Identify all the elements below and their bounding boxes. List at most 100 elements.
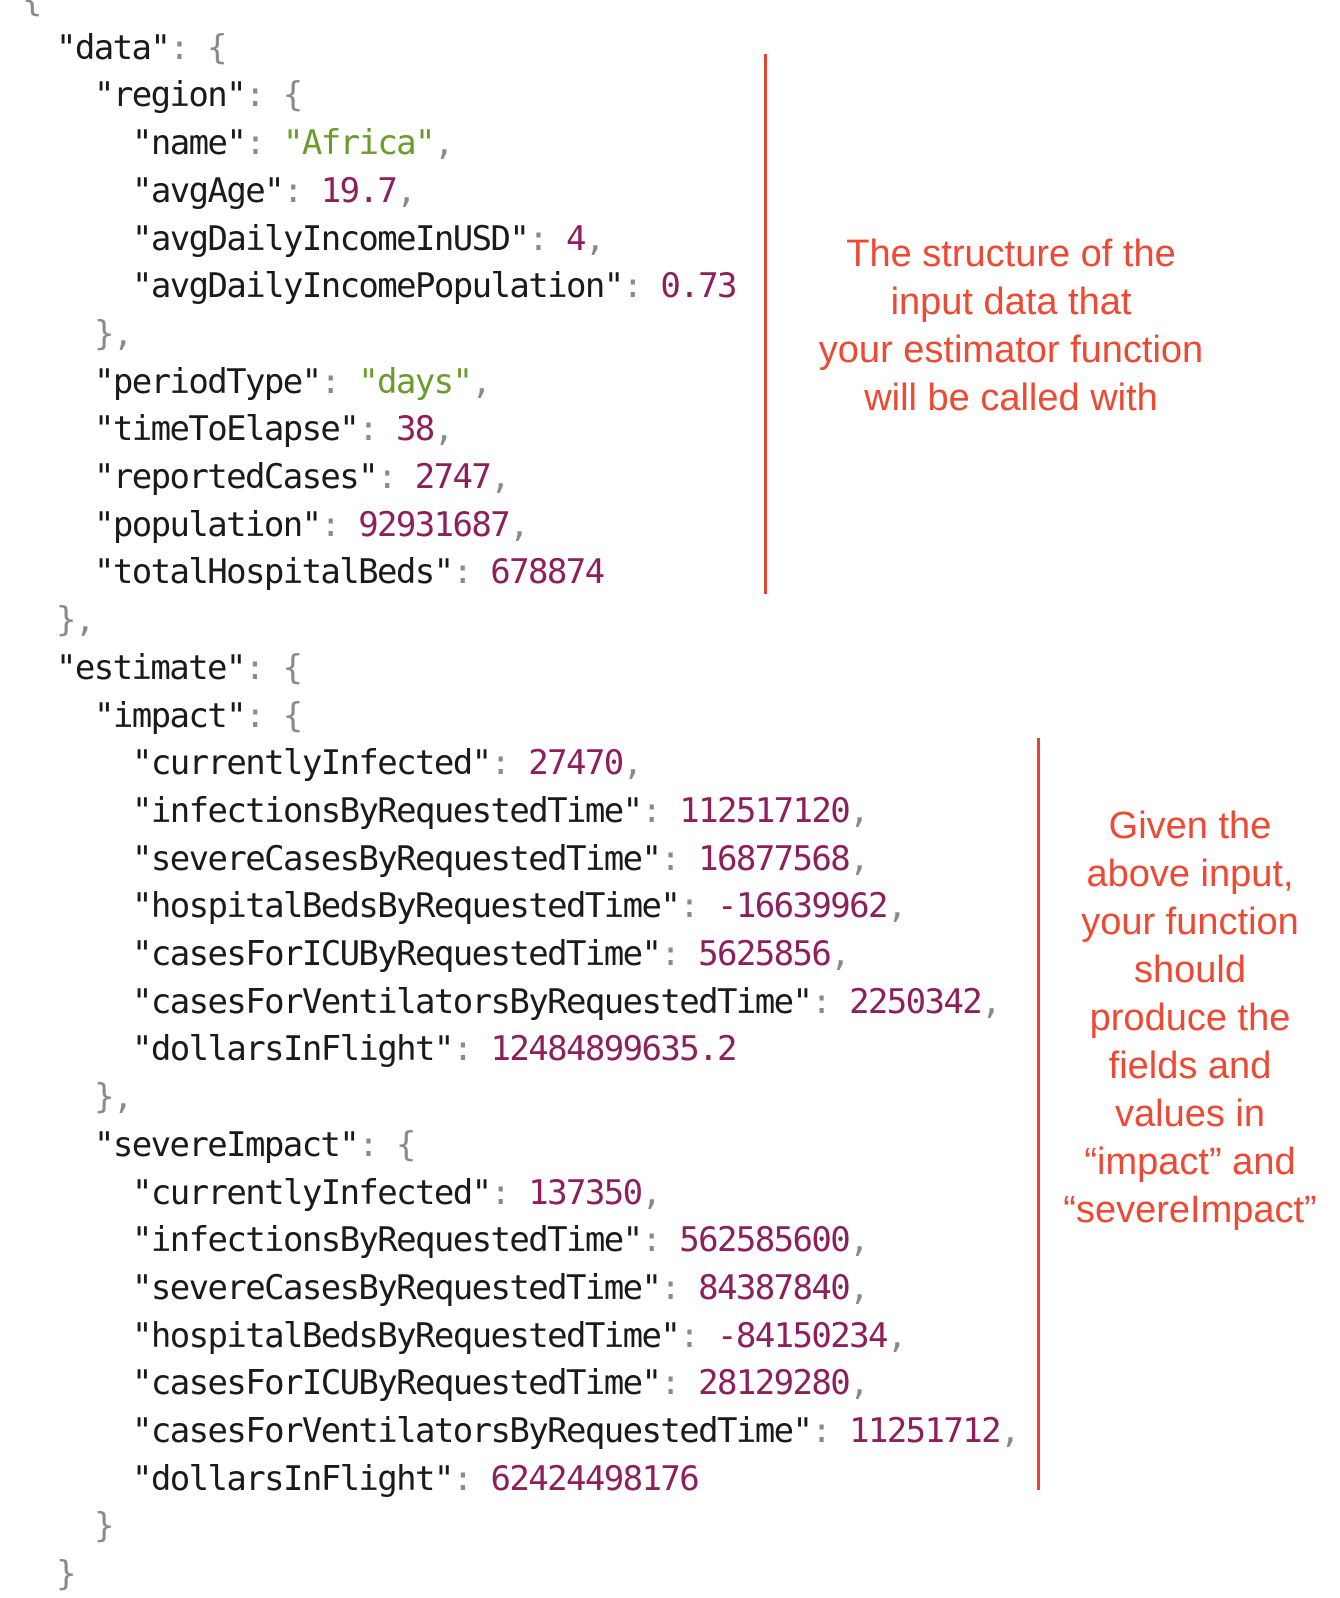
json-punctuation: , — [886, 886, 907, 927]
json-key: "estimate" — [56, 647, 246, 688]
code-line: "avgDailyIncomeInUSD": 4, — [132, 215, 605, 263]
json-punctuation: , — [849, 838, 869, 879]
code-line: "severeImpact": { — [94, 1121, 416, 1169]
json-punctuation: }, — [94, 313, 133, 354]
json-key: "impact" — [94, 695, 247, 736]
json-key: "timeToElapse" — [94, 409, 360, 450]
json-punctuation: , — [471, 361, 491, 402]
json-key: "hospitalBedsByRequestedTime" — [132, 886, 681, 927]
code-line: "periodType": "days", — [94, 358, 492, 406]
code-line: "currentlyInfected": 27470, — [132, 739, 643, 787]
json-key: "severeImpact" — [94, 1124, 360, 1165]
json-punctuation: : — [452, 1029, 491, 1070]
json-punctuation: : — [811, 1411, 850, 1451]
json-number-value: 12484899635.2 — [490, 1029, 738, 1070]
json-key: "reportedCases" — [94, 457, 379, 497]
json-number-value: 2747 — [414, 457, 492, 497]
output-annotation-line: your function — [1081, 901, 1299, 943]
json-punctuation: : — [679, 1315, 717, 1356]
json-key: "infectionsByRequestedTime" — [132, 790, 643, 831]
input-annotation-line: The structure of the — [846, 233, 1176, 275]
code-line: "dollarsInFlight": 12484899635.2 — [132, 1025, 738, 1073]
json-punctuation: , — [433, 409, 454, 450]
json-punctuation: }, — [56, 600, 95, 641]
json-key: "casesForICUByRequestedTime" — [132, 934, 662, 974]
json-key: "hospitalBedsByRequestedTime" — [132, 1315, 681, 1356]
code-line: } — [94, 1502, 114, 1550]
json-punctuation: : — [679, 886, 717, 927]
code-line: "infectionsByRequestedTime": 112517120, — [132, 787, 870, 835]
json-number-value: 28129280 — [698, 1363, 851, 1404]
code-line: }, — [94, 1073, 133, 1121]
json-key: "casesForICUByRequestedTime" — [132, 1363, 662, 1404]
json-punctuation: , — [886, 1315, 907, 1356]
output-annotation-line: values in — [1115, 1093, 1265, 1135]
json-key: "currentlyInfected" — [132, 743, 492, 784]
json-punctuation: : — [358, 409, 396, 450]
json-punctuation: : { — [244, 75, 303, 116]
json-number-value: 4 — [566, 218, 586, 259]
json-key: "avgAge" — [132, 170, 285, 211]
json-punctuation: : — [660, 934, 699, 974]
json-number-value: 112517120 — [679, 790, 850, 831]
json-number-value: -84150234 — [716, 1315, 888, 1356]
json-punctuation: } — [94, 1506, 114, 1547]
json-number-value: 0.73 — [660, 266, 737, 307]
code-line: "estimate": { — [56, 644, 303, 692]
code-line: "casesForICUByRequestedTime": 28129280, — [132, 1359, 870, 1407]
code-line: } — [56, 1550, 76, 1598]
code-line: "avgDailyIncomePopulation": 0.73 — [132, 262, 737, 310]
code-line: "population": 92931687, — [94, 501, 530, 549]
json-number-value: 38 — [395, 409, 435, 450]
json-punctuation: , — [396, 170, 416, 211]
code-line: { — [22, 0, 42, 24]
json-punctuation: : — [641, 790, 680, 831]
output-annotation-line: should — [1134, 949, 1246, 991]
json-key: "region" — [94, 75, 247, 116]
json-key: "name" — [132, 123, 247, 164]
output-annotation-line: fields and — [1108, 1045, 1272, 1087]
json-number-value: 27470 — [528, 743, 624, 784]
json-punctuation: , — [509, 504, 529, 545]
code-line: "hospitalBedsByRequestedTime": -16639962… — [132, 882, 907, 930]
code-line: "region": { — [94, 71, 303, 119]
json-key: "casesForVentilatorsByRequestedTime" — [132, 981, 813, 1022]
json-punctuation: : — [377, 457, 415, 497]
input-annotation: The structure of the input data that you… — [790, 230, 1232, 422]
json-number-value: 92931687 — [358, 504, 511, 545]
json-string-value: "Africa" — [282, 123, 436, 164]
code-line: "reportedCases": 2747, — [94, 453, 511, 501]
code-line: "casesForICUByRequestedTime": 5625856, — [132, 930, 851, 978]
json-key: "dollarsInFlight" — [132, 1458, 454, 1499]
json-punctuation: }, — [94, 1077, 133, 1118]
json-punctuation: , — [584, 218, 605, 259]
input-annotation-line: input data that — [890, 281, 1132, 323]
code-line: "casesForVentilatorsByRequestedTime": 11… — [132, 1407, 1020, 1455]
code-line: "currentlyInfected": 137350, — [132, 1169, 662, 1217]
json-punctuation: : — [320, 504, 359, 545]
code-line: }, — [94, 310, 133, 358]
json-key: "data" — [56, 27, 171, 68]
json-punctuation: : — [660, 1363, 699, 1404]
output-annotation-line: “severeImpact” — [1063, 1189, 1317, 1231]
json-key: "population" — [94, 504, 322, 545]
output-annotation-line: produce the — [1089, 997, 1291, 1039]
json-punctuation: , — [849, 790, 869, 831]
code-line: "casesForVentilatorsByRequestedTime": 22… — [132, 978, 1002, 1026]
json-punctuation: : { — [169, 27, 227, 68]
code-line: "name": "Africa", — [132, 119, 454, 167]
json-punctuation: , — [849, 1363, 869, 1404]
json-number-value: 5625856 — [698, 934, 832, 974]
json-punctuation: : — [528, 218, 567, 259]
json-punctuation: , — [830, 934, 850, 974]
code-line: "timeToElapse": 38, — [94, 405, 454, 453]
json-punctuation: : { — [244, 647, 303, 688]
code-line: "severeCasesByRequestedTime": 84387840, — [132, 1264, 870, 1312]
json-number-value: 678874 — [490, 552, 605, 593]
json-punctuation: , — [849, 1267, 869, 1308]
json-punctuation: : — [320, 361, 359, 402]
code-line: "totalHospitalBeds": 678874 — [94, 548, 605, 596]
json-punctuation: , — [641, 1172, 662, 1213]
json-key: "avgDailyIncomeInUSD" — [132, 218, 530, 259]
json-punctuation: : { — [244, 695, 303, 736]
